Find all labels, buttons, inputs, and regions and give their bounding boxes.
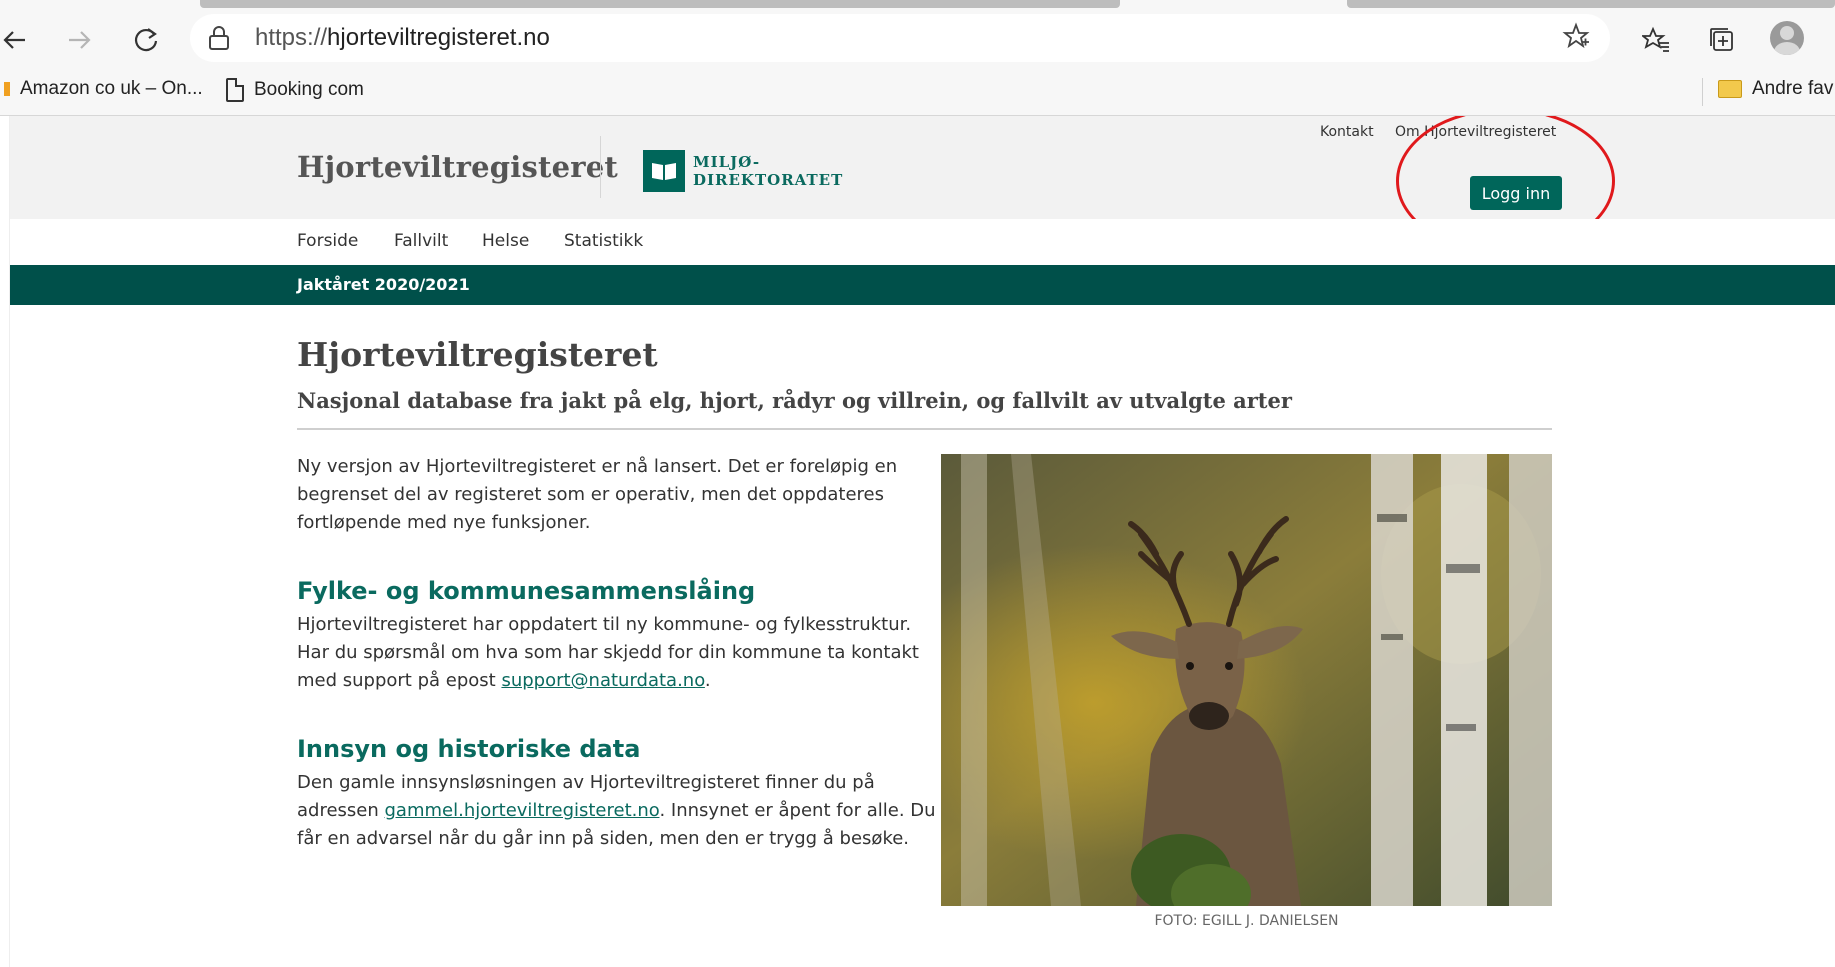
nav-fallvilt[interactable]: Fallvilt [394, 231, 448, 251]
support-email-link[interactable]: support@naturdata.no [501, 670, 704, 691]
collections-icon[interactable] [1700, 18, 1744, 62]
bookmark-booking[interactable]: Booking com [226, 78, 364, 102]
profile-avatar-icon[interactable] [1770, 21, 1804, 55]
page-title: Hjorteviltregisteret [297, 335, 658, 374]
star-icon[interactable] [1562, 22, 1590, 58]
old-site-link[interactable]: gammel.hjorteviltregisteret.no [385, 800, 660, 821]
bookmark-label: Amazon co uk – On... [20, 78, 203, 99]
bookmarks-bar: Amazon co uk – On... Booking com Andre f… [0, 70, 1835, 116]
season-label[interactable]: Jaktåret 2020/2021 [297, 275, 470, 294]
favorites-icon[interactable] [1634, 18, 1678, 62]
bookmarks-separator [1702, 78, 1703, 106]
main-nav: Forside Fallvilt Helse Statistikk [10, 219, 1835, 265]
amazon-favicon-icon [4, 82, 10, 96]
bookmark-other-favorites[interactable]: Andre fav [1718, 78, 1833, 100]
lock-icon[interactable] [208, 25, 230, 55]
page-left-edge [0, 116, 10, 967]
tab-strip-right[interactable] [1347, 0, 1835, 8]
section-heading-merger: Fylke- og kommunesammenslåing [297, 577, 756, 605]
refresh-icon[interactable] [126, 20, 166, 60]
logo-line-2: DIREKTORATET [693, 171, 844, 189]
header-divider [600, 136, 601, 198]
logo-line-1: MILJØ- [693, 153, 761, 171]
bookmark-label: Andre fav [1752, 78, 1834, 99]
season-bar: Jaktåret 2020/2021 [10, 265, 1835, 305]
content-text-column: Ny versjon av Hjorteviltregisteret er nå… [297, 453, 937, 853]
nav-helse[interactable]: Helse [482, 231, 529, 251]
web-page: Hjorteviltregisteret MILJØ- DIREKTORATET… [10, 116, 1835, 967]
miljodirektoratet-logo[interactable]: MILJØ- DIREKTORATET [643, 150, 843, 192]
section-text-merger: Hjorteviltregisteret har oppdatert til n… [297, 614, 919, 691]
page-icon [226, 78, 244, 102]
photo-caption: FOTO: EGILL J. DANIELSEN [1154, 913, 1339, 929]
tab-strip-left[interactable] [200, 0, 1120, 8]
nav-statistikk[interactable]: Statistikk [564, 231, 643, 251]
bookmark-label: Booking com [254, 79, 364, 100]
intro-paragraph: Ny versjon av Hjorteviltregisteret er nå… [297, 456, 898, 533]
url-text[interactable]: https://hjorteviltregisteret.no [255, 24, 550, 52]
back-arrow-icon[interactable] [0, 20, 34, 60]
page-subtitle: Nasjonal database fra jakt på elg, hjort… [297, 388, 1292, 413]
deer-illustration [941, 454, 1552, 906]
bookmark-amazon[interactable]: Amazon co uk – On... [4, 78, 203, 100]
browser-chrome: https://hjorteviltregisteret.no Amazon c… [0, 0, 1835, 116]
open-book-icon [643, 150, 685, 192]
folder-icon [1718, 80, 1742, 98]
nav-forside[interactable]: Forside [297, 231, 358, 251]
contact-link[interactable]: Kontakt [1320, 124, 1374, 140]
site-title[interactable]: Hjorteviltregisteret [297, 150, 618, 184]
forward-arrow-icon[interactable] [60, 20, 100, 60]
section-text-history: Den gamle innsynsløsningen av Hjortevilt… [297, 772, 936, 849]
section-heading-history: Innsyn og historiske data [297, 735, 641, 763]
deer-photo [941, 454, 1552, 906]
address-bar[interactable]: https://hjorteviltregisteret.no [190, 14, 1610, 62]
site-header: Hjorteviltregisteret MILJØ- DIREKTORATET… [10, 116, 1835, 254]
title-divider [297, 428, 1552, 430]
